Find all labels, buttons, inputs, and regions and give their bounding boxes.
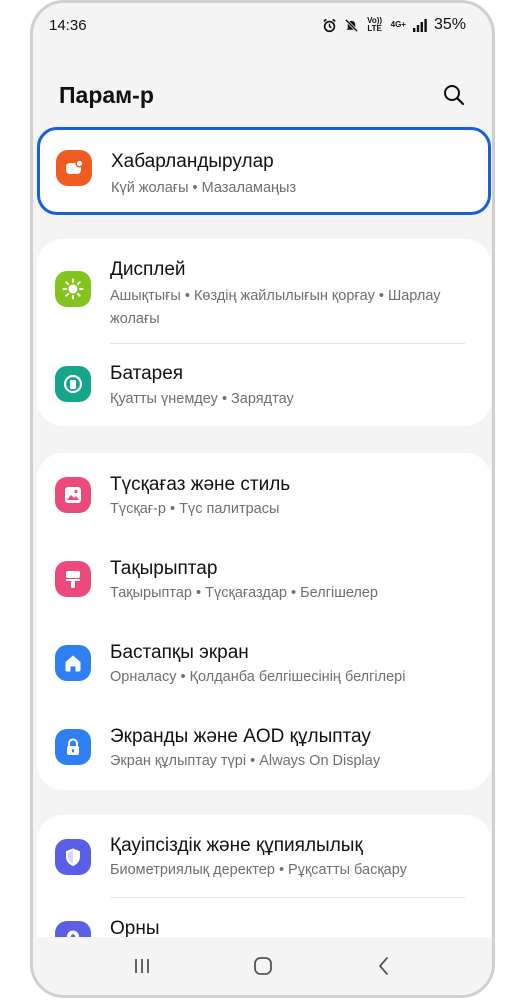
notifications-icon — [56, 150, 92, 186]
settings-item-home-screen[interactable]: Бастапқы экран Орналасу • Қолданба белгі… — [37, 621, 491, 705]
battery-percent: 35% — [433, 16, 466, 33]
wallpaper-icon — [55, 477, 91, 513]
recents-icon — [134, 959, 149, 973]
item-subtitle: Күй жолағы • Мазаламаңыз — [111, 180, 297, 196]
back-button[interactable] — [364, 946, 404, 986]
search-button[interactable] — [438, 79, 470, 111]
notifications-card: Хабарландырулар Күй жолағы • Мазаламаңыз — [37, 127, 491, 215]
settings-item-notifications[interactable]: Хабарландырулар Күй жолағы • Мазаламаңыз — [40, 130, 488, 212]
item-title: Түсқағаз және стиль — [110, 474, 291, 495]
item-title: Хабарландырулар — [111, 151, 274, 172]
item-title: Батарея — [110, 363, 184, 384]
item-title: Дисплей — [110, 259, 186, 280]
settings-item-wallpaper[interactable]: Түсқағаз және стиль Түсқағ-р • Түс палит… — [37, 453, 491, 537]
settings-item-themes[interactable]: Тақырыптар Тақырыптар • Түсқағаздар • Бе… — [37, 537, 491, 621]
settings-item-battery[interactable]: Батарея Қуатты үнемдеу • Зарядтау — [37, 344, 491, 424]
recent-apps-button[interactable] — [122, 946, 162, 986]
item-subtitle: Ашықтығы • Көздің жайлылығын қорғау • Ша… — [110, 288, 441, 327]
page-header: Парам-р — [59, 73, 470, 117]
item-subtitle: Экран құлыптау түрі • Always On Display — [110, 753, 381, 769]
volte-indicator: Vo)) LTE — [367, 16, 383, 33]
settings-item-display[interactable]: Дисплей Ашықтығы • Көздің жайлылығын қор… — [37, 239, 491, 343]
item-subtitle: Орналасу • Қолданба белгішесінің белгіле… — [110, 669, 406, 685]
search-icon — [444, 85, 465, 106]
back-icon — [378, 957, 388, 975]
status-time: 14:36 — [49, 16, 87, 34]
item-subtitle: Түсқағ-р • Түс палитрасы — [110, 501, 280, 517]
item-subtitle: Биометриялық деректер • Рұқсатты басқару — [110, 862, 407, 878]
home-nav-icon — [253, 957, 272, 975]
status-icons: Vo)) LTE 4G+ 35% — [322, 16, 466, 34]
network-type: 4G+ — [390, 20, 406, 29]
home-icon — [55, 645, 91, 681]
item-title: Экранды және AOD құлыптау — [110, 726, 371, 747]
item-subtitle: Тақырыптар • Түсқағаздар • Белгішелер — [110, 585, 378, 601]
mute-icon — [344, 18, 358, 32]
item-title: Бастапқы экран — [110, 642, 249, 663]
display-battery-card: Дисплей Ашықтығы • Көздің жайлылығын қор… — [37, 239, 491, 426]
item-title: Қауіпсіздік және құпиялылық — [110, 835, 363, 856]
battery-icon — [55, 366, 91, 402]
page-title: Парам-р — [59, 81, 154, 108]
alarm-icon — [322, 18, 336, 32]
themes-icon — [55, 561, 91, 597]
home-button[interactable] — [243, 946, 283, 986]
settings-item-lock-screen[interactable]: Экранды және AOD құлыптау Экран құлыптау… — [37, 705, 491, 789]
display-sun-icon — [55, 271, 91, 307]
settings-item-security[interactable]: Қауіпсіздік және құпиялылық Биометриялық… — [37, 815, 491, 897]
shield-icon — [55, 839, 91, 875]
lock-icon — [55, 729, 91, 765]
phone-screen: 14:36 Vo)) LTE 4G+ 35% Парам-р Хабарланд… — [30, 0, 495, 998]
appearance-card: Түсқағаз және стиль Түсқағ-р • Түс палит… — [37, 453, 491, 790]
signal-icon — [412, 18, 427, 32]
status-bar: 14:36 Vo)) LTE 4G+ 35% — [33, 3, 492, 47]
item-title: Тақырыптар — [110, 558, 218, 579]
item-subtitle: Қуатты үнемдеу • Зарядтау — [110, 391, 294, 407]
navigation-bar — [33, 937, 492, 995]
